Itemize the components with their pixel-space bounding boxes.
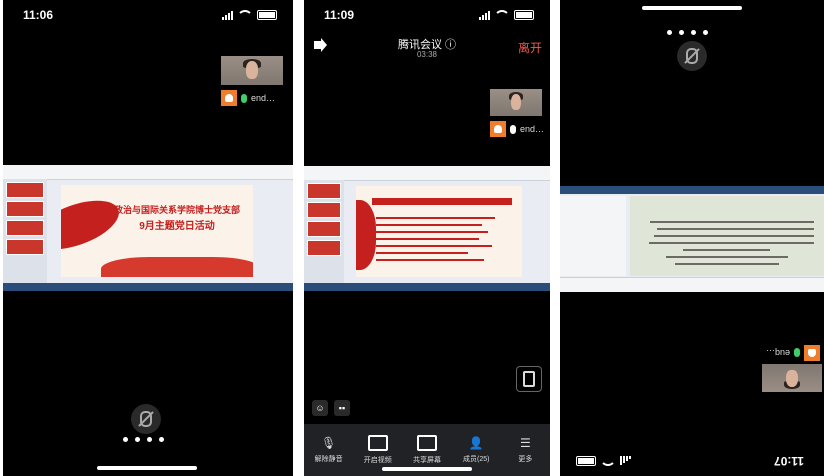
document-page	[630, 196, 824, 276]
shared-screen[interactable]	[304, 166, 550, 291]
leave-button[interactable]: 离开	[518, 39, 542, 56]
status-time: 11:07	[773, 454, 804, 468]
phone-screen-2: 11:09 腾讯会议 ⓘ 03:38 离开 end… ☺ ▪▪ 🎙 解除静音 开…	[304, 0, 550, 476]
menu-icon: ☰	[520, 436, 531, 450]
windows-taskbar	[3, 283, 293, 291]
unmute-button[interactable]: 🎙 解除静音	[304, 424, 353, 476]
windows-taskbar	[560, 186, 824, 194]
slide-main: 政治与国际关系学院博士党支部 9月主题党日活动	[61, 185, 253, 277]
page-indicator	[123, 437, 164, 442]
video-off-icon	[367, 435, 388, 451]
share-screen-icon	[417, 435, 437, 451]
status-time: 11:09	[324, 8, 355, 22]
mic-muted-icon	[686, 48, 698, 64]
chat-button[interactable]: ▪▪	[334, 400, 350, 416]
wifi-icon	[600, 456, 616, 466]
phone-screen-3: 11:07 euq…	[560, 0, 824, 476]
rotate-screen-button[interactable]	[516, 366, 542, 392]
signal-icon	[479, 10, 490, 20]
more-button[interactable]: ☰ 更多	[501, 424, 550, 476]
mic-icon	[794, 348, 800, 358]
mic-muted-button[interactable]	[131, 404, 161, 434]
rotated-view: 11:07 euq…	[560, 0, 824, 476]
page-indicator	[667, 30, 708, 35]
avatar-icon	[804, 345, 820, 361]
map-graphic	[101, 257, 253, 277]
members-icon: 👤	[468, 436, 484, 450]
participant-label: euq…	[766, 345, 820, 361]
mic-icon	[241, 93, 247, 103]
slide-heading-bar	[372, 198, 512, 205]
slide-thumbnails	[3, 179, 47, 283]
document-text-lines	[640, 216, 814, 270]
flag-graphic	[356, 200, 376, 270]
mic-icon	[510, 124, 516, 134]
mic-muted-button[interactable]	[677, 41, 707, 71]
status-bar: 11:09	[304, 8, 550, 24]
home-indicator[interactable]	[642, 6, 742, 10]
windows-taskbar	[304, 283, 550, 291]
status-time: 11:06	[23, 8, 54, 22]
chat-icon: ▪▪	[338, 403, 346, 413]
slide-main	[356, 186, 522, 277]
battery-icon	[576, 456, 596, 466]
ppt-toolbar	[3, 165, 293, 180]
signal-icon	[222, 10, 233, 20]
status-bar: 11:07	[560, 452, 824, 468]
doc-sidebar	[560, 196, 626, 276]
wifi-icon	[494, 10, 510, 20]
emoji-icon: ☺	[315, 403, 325, 413]
participant-label: end…	[490, 121, 544, 137]
meeting-header: 腾讯会议 ⓘ 03:38 离开	[304, 30, 550, 60]
slide-text-lines	[376, 212, 508, 266]
slide-subtitle: 9月主题党日活动	[139, 221, 215, 232]
mic-muted-icon	[140, 411, 152, 427]
home-indicator[interactable]	[382, 467, 472, 471]
signal-icon	[620, 456, 631, 466]
doc-toolbar	[560, 277, 824, 292]
status-bar: 11:06	[3, 8, 293, 24]
emoji-button[interactable]: ☺	[312, 400, 328, 416]
wifi-icon	[237, 10, 253, 20]
meeting-duration: 03:38	[416, 50, 438, 59]
participant-video[interactable]	[762, 364, 822, 392]
battery-icon	[257, 10, 277, 20]
avatar-icon	[490, 121, 506, 137]
battery-icon	[514, 10, 534, 20]
mic-muted-icon: 🎙	[320, 436, 337, 450]
participant-label: end…	[221, 90, 275, 106]
participant-video[interactable]	[490, 89, 542, 116]
ppt-toolbar	[304, 166, 550, 181]
rotate-icon	[523, 371, 535, 387]
avatar-icon	[221, 90, 237, 106]
home-indicator[interactable]	[97, 466, 197, 470]
participant-video[interactable]	[221, 56, 283, 85]
slide-title: 政治与国际关系学院博士党支部	[113, 205, 240, 215]
phone-screen-1: 11:06 end… 政治与国际关系学院博士党支部 9月主题党日活动	[3, 0, 293, 476]
shared-screen[interactable]: 政治与国际关系学院博士党支部 9月主题党日活动	[3, 165, 293, 291]
slide-thumbnails	[304, 180, 344, 283]
shared-screen[interactable]	[560, 186, 824, 292]
